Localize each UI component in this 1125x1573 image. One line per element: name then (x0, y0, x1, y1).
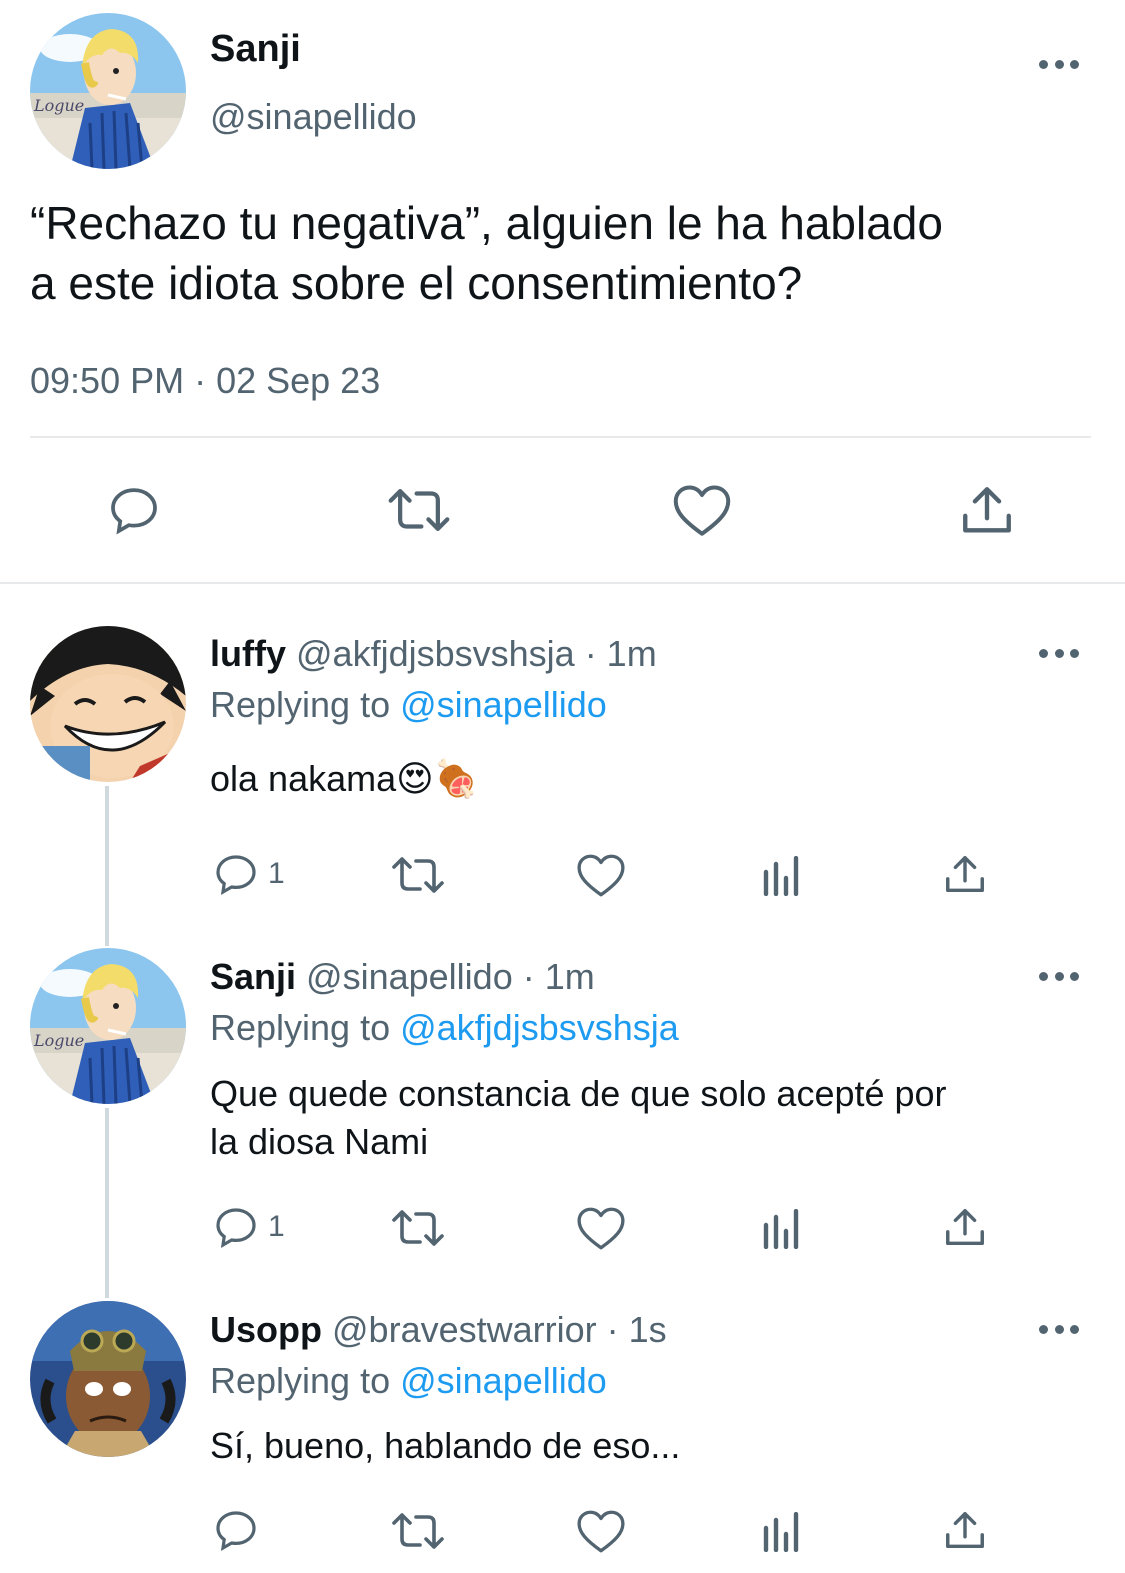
share-icon (963, 487, 1011, 533)
svg-text:Logue: Logue (33, 96, 84, 115)
replying-to-label: Replying to (210, 684, 401, 725)
reply-button[interactable] (212, 1506, 268, 1554)
like-icon (673, 485, 731, 536)
reply-time[interactable]: · 1s (607, 1309, 667, 1350)
reply-count: 1 (268, 857, 285, 890)
retweet-button[interactable] (390, 1206, 446, 1250)
retweet-icon (392, 857, 444, 893)
reply-icon (216, 1208, 256, 1249)
views-icon (763, 856, 799, 896)
sanji-avatar-image: Logue (30, 948, 186, 1104)
like-icon (577, 1207, 625, 1250)
thread-line (105, 1108, 109, 1298)
share-button[interactable] (958, 482, 1016, 540)
like-button[interactable] (576, 1508, 626, 1554)
avatar[interactable] (30, 1301, 186, 1457)
avatar[interactable] (30, 626, 186, 782)
reply-button[interactable]: 1 (212, 850, 285, 898)
svg-text:Logue: Logue (33, 1031, 84, 1050)
share-icon (946, 856, 984, 893)
replying-to-handle[interactable]: @akfjdjsbsvshsja (400, 1007, 679, 1048)
section-divider (0, 582, 1125, 584)
retweet-button[interactable] (390, 853, 446, 897)
avatar[interactable]: Logue (30, 948, 186, 1104)
replying-to-label: Replying to (210, 1007, 401, 1048)
share-icon (946, 1209, 984, 1246)
luffy-avatar-image (30, 626, 186, 782)
like-icon (577, 854, 625, 897)
retweet-icon (392, 1513, 444, 1549)
views-icon (763, 1512, 799, 1552)
replying-to: Replying to @sinapellido (210, 1360, 607, 1402)
reply-header: Usopp @bravestwarrior · 1s (210, 1309, 667, 1351)
tweet-text-line-2: a este idiota sobre el consentimiento? (30, 257, 803, 309)
display-name[interactable]: Usopp (210, 1309, 322, 1350)
reply-header: Sanji @sinapellido · 1m (210, 956, 595, 998)
share-button[interactable] (942, 1205, 988, 1251)
reply-icon (216, 855, 256, 896)
handle[interactable]: @bravestwarrior (332, 1309, 597, 1350)
avatar[interactable]: Logue (30, 13, 186, 169)
display-name[interactable]: luffy (210, 633, 286, 674)
retweet-button[interactable] (386, 484, 452, 536)
like-button[interactable] (576, 852, 626, 898)
share-icon (946, 1512, 984, 1549)
divider (30, 436, 1091, 438)
like-button[interactable] (576, 1205, 626, 1251)
reply-button[interactable] (106, 482, 162, 538)
replying-to-label: Replying to (210, 1360, 401, 1401)
more-options-icon[interactable] (1039, 58, 1079, 70)
more-options-icon[interactable] (1039, 1323, 1079, 1335)
handle[interactable]: @akfjdjsbsvshsja (296, 633, 575, 674)
reply-text: ola nakama😍🍖 (210, 758, 479, 799)
replying-to-handle[interactable]: @sinapellido (400, 1360, 607, 1401)
display-name[interactable]: Sanji (210, 28, 301, 71)
retweet-button[interactable] (390, 1509, 446, 1553)
reply-icon (111, 488, 157, 535)
retweet-icon (388, 489, 450, 531)
usopp-avatar-image (30, 1301, 186, 1457)
reply-text: Sí, bueno, hablando de eso... (210, 1425, 681, 1466)
thread-line (105, 786, 109, 946)
handle[interactable]: @sinapellido (306, 956, 513, 997)
reply-header: luffy @akfjdjsbsvshsja · 1m (210, 633, 657, 675)
share-button[interactable] (942, 852, 988, 898)
more-options-icon[interactable] (1039, 647, 1079, 659)
tweet-timestamp[interactable]: 09:50 PM · 02 Sep 23 (30, 360, 380, 402)
share-button[interactable] (942, 1508, 988, 1554)
reply-text-line-2: la diosa Nami (210, 1121, 429, 1162)
reply-count: 1 (268, 1210, 285, 1243)
like-icon (577, 1510, 625, 1553)
reply-button[interactable]: 1 (212, 1203, 285, 1251)
tweet-text-line-1: “Rechazo tu negativa”, alguien le ha hab… (30, 197, 943, 249)
handle[interactable]: @sinapellido (210, 96, 417, 138)
display-name[interactable]: Sanji (210, 956, 296, 997)
views-button[interactable] (762, 856, 804, 896)
replying-to: Replying to @sinapellido (210, 684, 607, 726)
reply-time[interactable]: · 1m (585, 633, 657, 674)
replying-to-handle[interactable]: @sinapellido (400, 684, 607, 725)
views-button[interactable] (762, 1512, 804, 1552)
reply-text-line-1: Que quede constancia de que solo acepté … (210, 1073, 947, 1114)
views-icon (763, 1209, 799, 1249)
sanji-avatar-image: Logue (30, 13, 186, 169)
retweet-icon (392, 1210, 444, 1246)
more-options-icon[interactable] (1039, 970, 1079, 982)
reply-icon (216, 1511, 256, 1552)
like-button[interactable] (672, 482, 732, 538)
views-button[interactable] (762, 1209, 804, 1249)
replying-to: Replying to @akfjdjsbsvshsja (210, 1007, 679, 1049)
reply-time[interactable]: · 1m (523, 956, 595, 997)
